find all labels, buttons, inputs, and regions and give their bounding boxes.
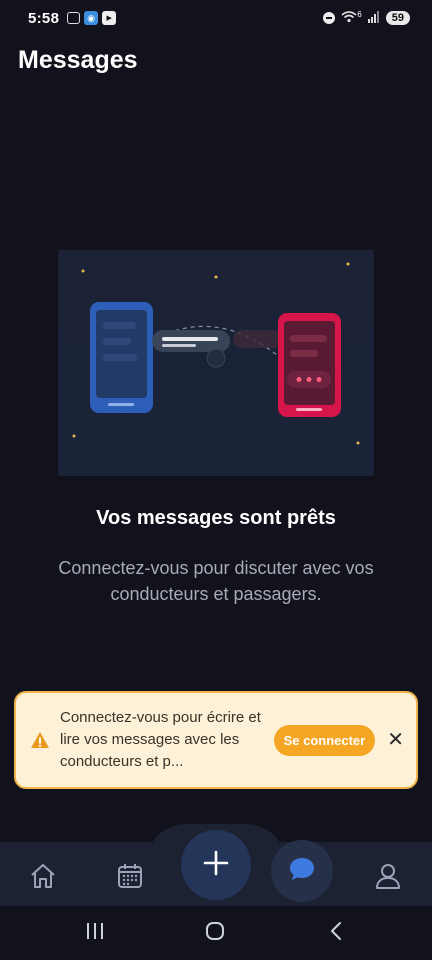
page-title: Messages bbox=[18, 46, 138, 74]
wifi-icon bbox=[341, 10, 357, 26]
calendar-icon bbox=[116, 862, 144, 895]
app-notification-icon: ◉ bbox=[84, 11, 99, 25]
nav-home[interactable] bbox=[27, 862, 59, 894]
youtube-icon: ▶ bbox=[102, 11, 117, 25]
plus-icon bbox=[203, 850, 229, 881]
banner-message: Connectez-vous pour écrire et lire vos m… bbox=[60, 709, 261, 770]
warning-icon bbox=[30, 730, 50, 750]
battery-indicator: 59 bbox=[385, 11, 410, 25]
chat-icon bbox=[288, 855, 316, 888]
login-banner: Connectez-vous pour écrire et lire vos m… bbox=[14, 691, 418, 789]
dnd-icon bbox=[323, 12, 336, 24]
new-trip-button[interactable] bbox=[181, 830, 251, 900]
recent-apps-icon bbox=[84, 920, 106, 947]
nav-profile[interactable] bbox=[372, 862, 404, 894]
profile-icon bbox=[374, 862, 402, 895]
empty-state-heading: Vos messages sont prêts bbox=[96, 507, 336, 529]
back-button[interactable] bbox=[324, 921, 348, 945]
nav-messages[interactable] bbox=[271, 840, 333, 902]
network-type: 6 bbox=[357, 9, 362, 19]
messages-illustration bbox=[58, 250, 374, 476]
connect-button[interactable]: Se connecter bbox=[273, 724, 376, 756]
status-bar: 5:58 ◉ ▶ 6 59 bbox=[0, 0, 432, 36]
home-circle-icon bbox=[204, 920, 226, 947]
signal-icon bbox=[367, 10, 380, 26]
recent-apps-button[interactable] bbox=[83, 921, 107, 945]
home-system-button[interactable] bbox=[203, 921, 227, 945]
screenshot-icon bbox=[67, 12, 81, 24]
back-chevron-icon bbox=[325, 920, 347, 947]
empty-state-subtext: Connectez-vous pour discuter avec vos co… bbox=[58, 558, 374, 604]
close-banner-button[interactable]: ✕ bbox=[387, 730, 404, 750]
home-icon bbox=[29, 862, 57, 895]
nav-calendar[interactable] bbox=[114, 862, 146, 894]
status-time: 5:58 bbox=[28, 9, 60, 27]
